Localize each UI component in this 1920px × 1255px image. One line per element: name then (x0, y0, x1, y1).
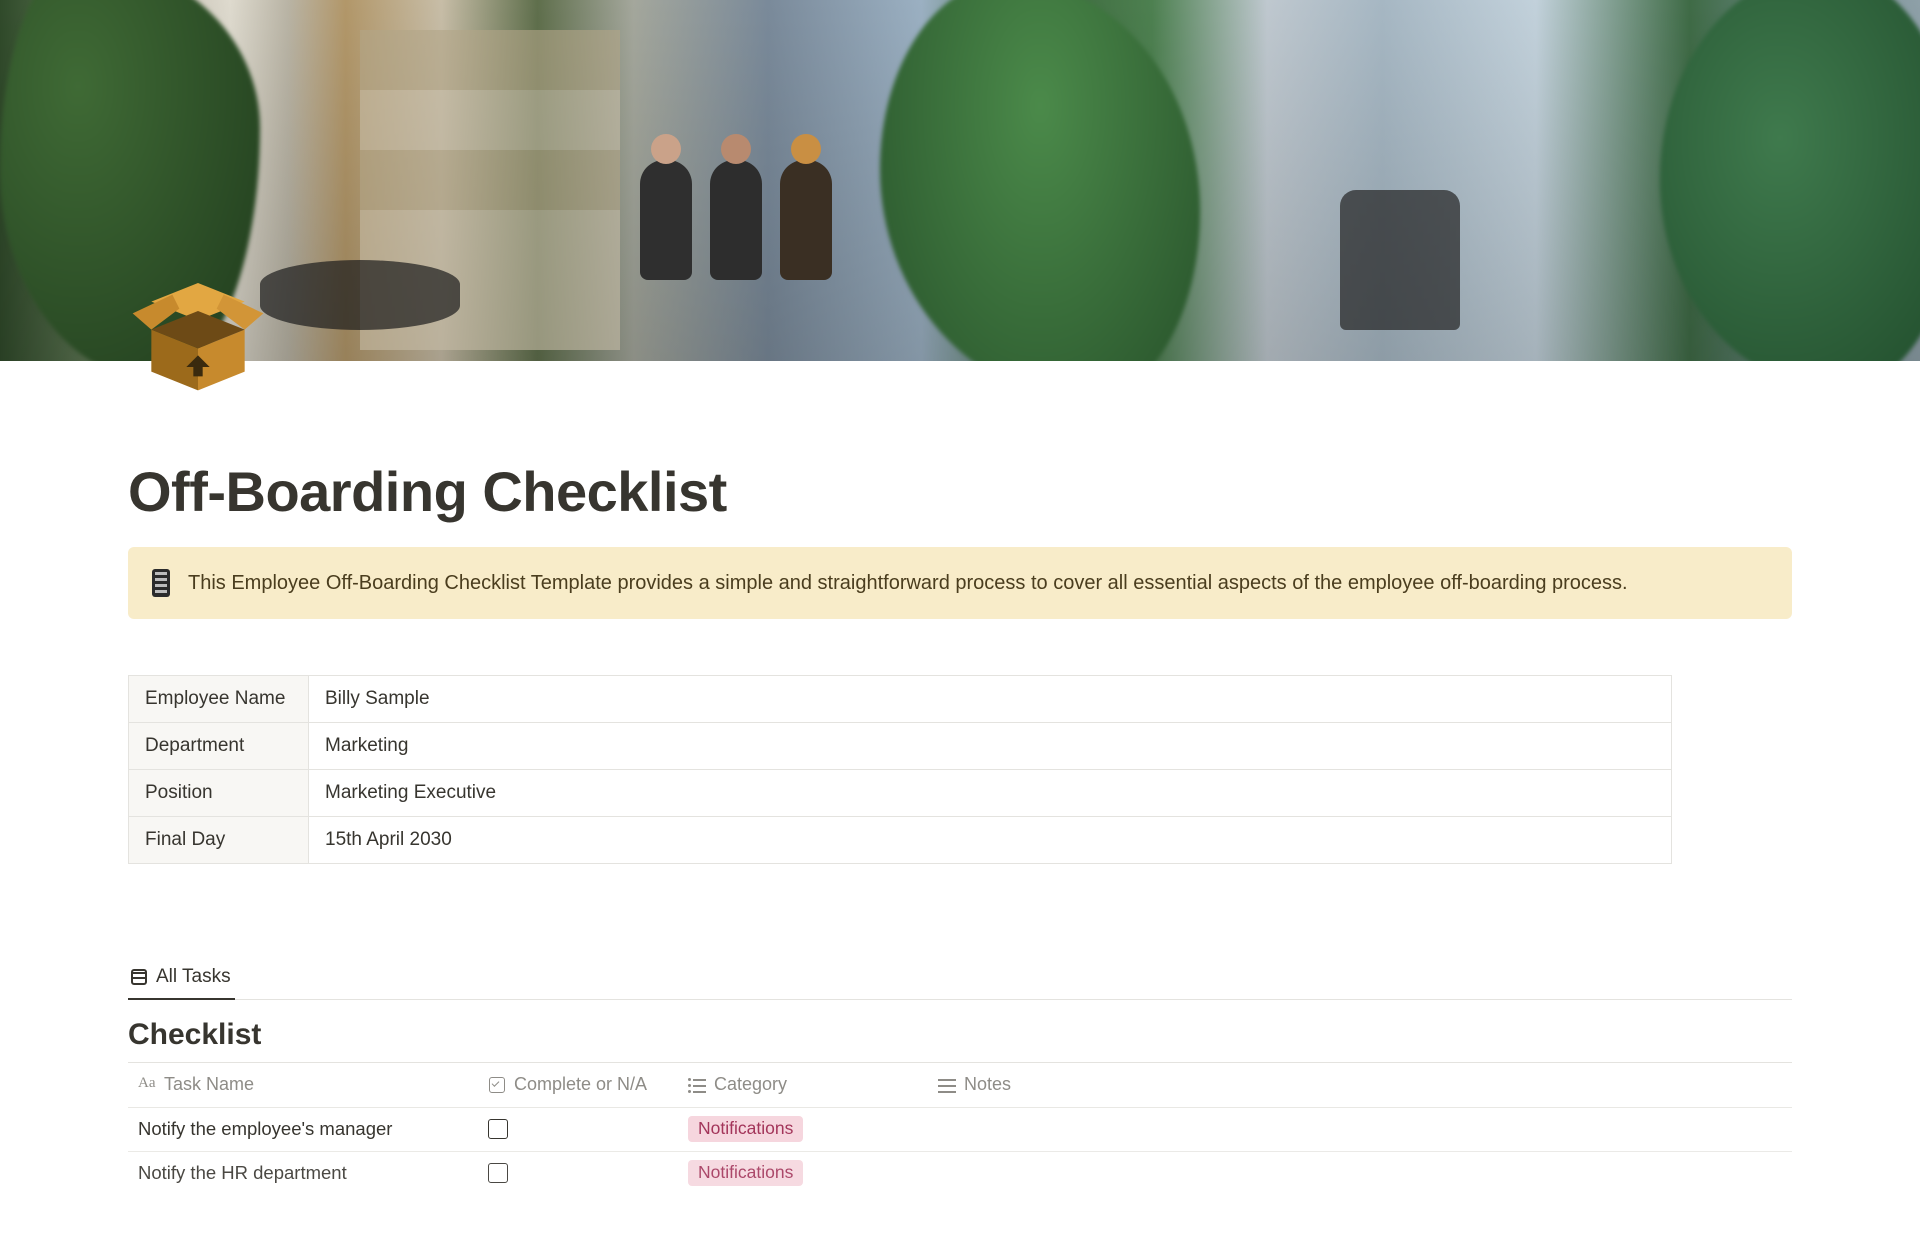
field-label: Department (129, 722, 309, 769)
checkbox[interactable] (488, 1119, 508, 1139)
checkbox-property-icon (488, 1076, 506, 1094)
tab-label: All Tasks (156, 966, 231, 988)
employee-info-table: Employee Name Billy Sample Department Ma… (128, 675, 1672, 864)
checklist-table: Task Name Complete or N/A Category Notes (128, 1062, 1792, 1195)
table-row[interactable]: Notify the employee's manager Notificati… (128, 1107, 1792, 1151)
table-view-icon (130, 968, 148, 986)
cell-complete[interactable] (478, 1155, 678, 1191)
checklist-database: All Tasks Checklist Task Name Complete o… (128, 960, 1792, 1195)
field-label: Employee Name (129, 675, 309, 722)
column-header-notes[interactable]: Notes (928, 1066, 1792, 1103)
cover-image (0, 0, 1920, 361)
page-title: Off-Boarding Checklist (128, 361, 1792, 523)
table-row[interactable]: Notify the HR department Notifications (128, 1151, 1792, 1195)
column-label: Notes (964, 1074, 1011, 1095)
cell-task-name[interactable]: Notify the HR department (128, 1154, 478, 1192)
field-value[interactable]: Billy Sample (309, 675, 1672, 722)
field-value[interactable]: Marketing (309, 722, 1672, 769)
category-tag: Notifications (688, 1160, 803, 1186)
cell-category[interactable]: Notifications (678, 1152, 928, 1194)
text-property-icon (938, 1076, 956, 1094)
column-label: Task Name (164, 1074, 254, 1095)
clipboard-icon (152, 569, 170, 597)
table-row: Final Day 15th April 2030 (129, 816, 1672, 863)
column-header-complete[interactable]: Complete or N/A (478, 1066, 678, 1103)
field-label: Final Day (129, 816, 309, 863)
task-name-text: Notify the employee's manager (138, 1118, 392, 1140)
cell-category[interactable]: Notifications (678, 1108, 928, 1150)
table-row: Position Marketing Executive (129, 769, 1672, 816)
database-title[interactable]: Checklist (128, 1018, 1792, 1052)
cell-task-name[interactable]: Notify the employee's manager (128, 1110, 478, 1148)
field-value[interactable]: Marketing Executive (309, 769, 1672, 816)
field-value[interactable]: 15th April 2030 (309, 816, 1672, 863)
cell-notes[interactable] (928, 1165, 1792, 1181)
cell-complete[interactable] (478, 1111, 678, 1147)
column-label: Category (714, 1074, 787, 1095)
column-label: Complete or N/A (514, 1074, 647, 1095)
field-label: Position (129, 769, 309, 816)
cell-notes[interactable] (928, 1121, 1792, 1137)
title-property-icon (138, 1076, 156, 1094)
checkbox[interactable] (488, 1163, 508, 1183)
table-row: Department Marketing (129, 722, 1672, 769)
column-header-task[interactable]: Task Name (128, 1066, 478, 1103)
category-tag: Notifications (688, 1116, 803, 1142)
view-tabs: All Tasks (128, 960, 1792, 1000)
callout-block: This Employee Off-Boarding Checklist Tem… (128, 547, 1792, 619)
tab-all-tasks[interactable]: All Tasks (128, 960, 235, 1000)
table-header-row: Task Name Complete or N/A Category Notes (128, 1063, 1792, 1107)
column-header-category[interactable]: Category (678, 1066, 928, 1103)
page-icon-open-box-icon (128, 262, 268, 402)
table-row: Employee Name Billy Sample (129, 675, 1672, 722)
multiselect-property-icon (688, 1076, 706, 1094)
callout-text: This Employee Off-Boarding Checklist Tem… (188, 569, 1628, 597)
task-name-text: Notify the HR department (138, 1162, 347, 1184)
